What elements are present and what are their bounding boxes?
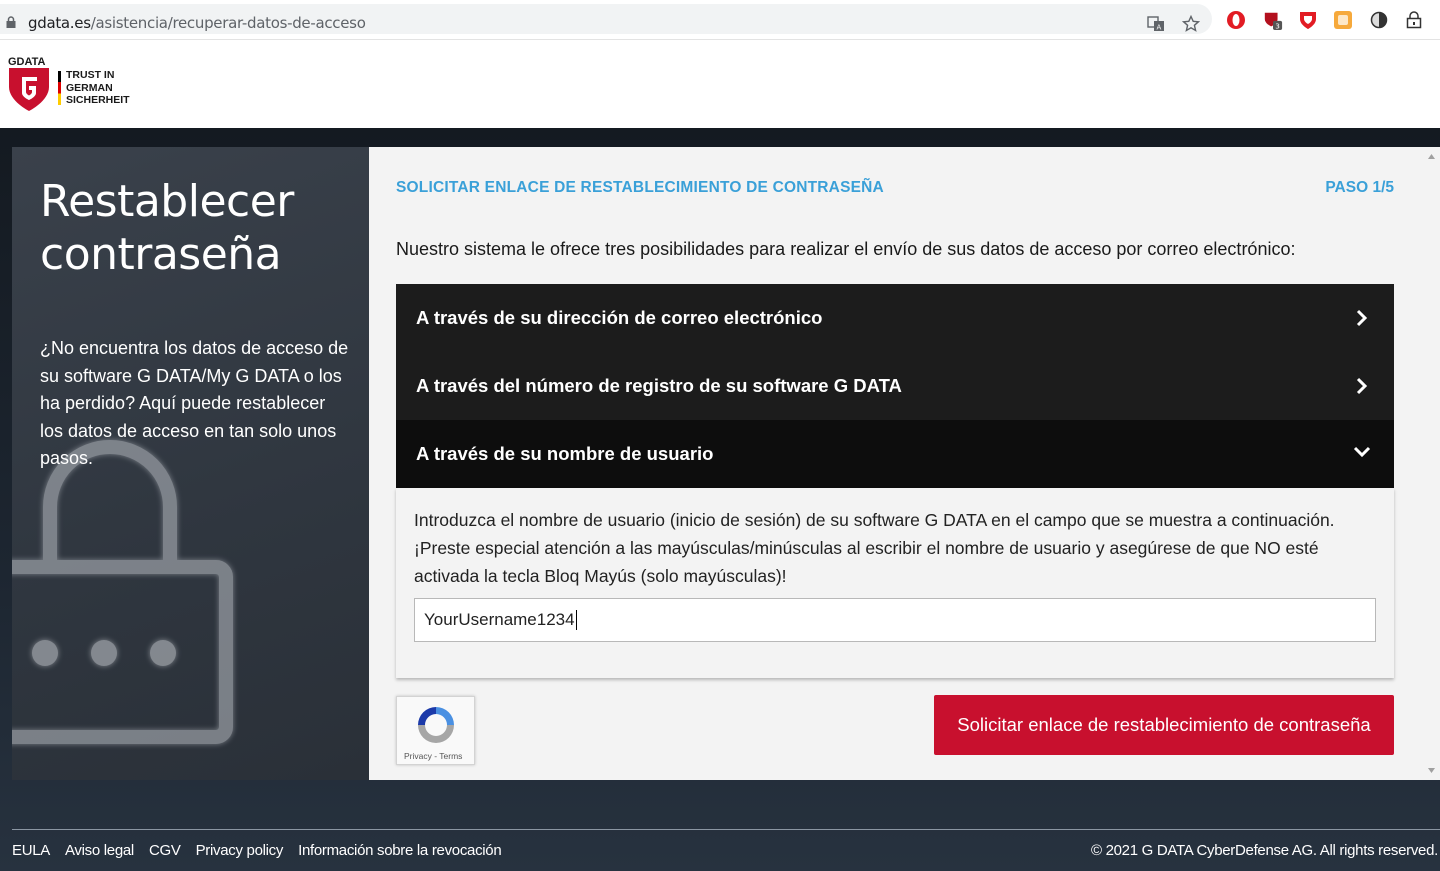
intro-text: Nuestro sistema le ofrece tres posibilid… bbox=[396, 239, 1296, 259]
logo-brand: GDATA bbox=[8, 56, 46, 68]
step-title: SOLICITAR ENLACE DE RESTABLECIMIENTO DE … bbox=[396, 179, 884, 196]
shield-extension-icon[interactable]: 3 bbox=[1263, 10, 1283, 31]
german-flag-bar bbox=[58, 71, 61, 105]
extension-badge: 3 bbox=[1275, 22, 1280, 31]
url-domain: gdata.es bbox=[28, 14, 91, 32]
option-email[interactable]: A través de su dirección de correo elect… bbox=[396, 284, 1394, 352]
recaptcha-icon bbox=[418, 707, 454, 743]
gdata-shield-extension-icon[interactable] bbox=[1298, 10, 1318, 30]
footer-link-eula[interactable]: EULA bbox=[12, 842, 50, 859]
left-info-panel: Restablecer contraseña ¿No encuentra los… bbox=[12, 147, 369, 780]
option-email-label: A través de su dirección de correo elect… bbox=[416, 307, 823, 328]
footer-link-legal[interactable]: Aviso legal bbox=[65, 842, 134, 859]
footer-links: EULA Aviso legal CGV Privacy policy Info… bbox=[12, 842, 502, 859]
username-value: YourUsername1234 bbox=[424, 610, 575, 629]
page-title: Restablecer contraseña bbox=[40, 176, 294, 280]
username-instructions: Introduzca el nombre de usuario (inicio … bbox=[414, 510, 1335, 586]
footer-link-privacy[interactable]: Privacy policy bbox=[196, 842, 284, 859]
url-path: /asistencia/recuperar-datos-de-acceso bbox=[90, 14, 366, 32]
address-bar[interactable]: gdata.es/asistencia/recuperar-datos-de-a… bbox=[0, 4, 1212, 34]
gdata-logo[interactable]: GDATA TRUST IN GERMAN SICHERHEIT bbox=[8, 55, 130, 120]
url-text: gdata.es/asistencia/recuperar-datos-de-a… bbox=[28, 14, 366, 32]
option-username[interactable]: A través de su nombre de usuario bbox=[396, 420, 1394, 488]
text-caret bbox=[575, 610, 577, 630]
username-input[interactable]: YourUsername1234 bbox=[414, 598, 1376, 642]
footer-link-revocation[interactable]: Información sobre la revocación bbox=[298, 842, 502, 859]
password-lock-icon[interactable] bbox=[1404, 10, 1424, 30]
scrollbar[interactable] bbox=[1423, 147, 1440, 780]
page-description: ¿No encuentra los datos de acceso de su … bbox=[40, 338, 349, 468]
submit-reset-link-button[interactable]: Solicitar enlace de restablecimiento de … bbox=[934, 695, 1394, 755]
option-registration-number[interactable]: A través del número de registro de su so… bbox=[396, 352, 1394, 420]
browser-toolbar: gdata.es/asistencia/recuperar-datos-de-a… bbox=[0, 0, 1440, 40]
gdata-shield-logo-icon: GDATA bbox=[8, 56, 49, 111]
reset-form-panel: SOLICITAR ENLACE DE RESTABLECIMIENTO DE … bbox=[369, 147, 1440, 780]
option-registration-label: A través del número de registro de su so… bbox=[416, 375, 902, 396]
tagline-line2: GERMAN bbox=[66, 81, 113, 94]
svg-text:A: A bbox=[1157, 24, 1162, 32]
opera-extension-icon[interactable] bbox=[1226, 10, 1246, 30]
tagline-line3: SICHERHEIT bbox=[66, 94, 130, 106]
username-option-body: Introduzca el nombre de usuario (inicio … bbox=[396, 488, 1394, 678]
bookmark-star-icon[interactable] bbox=[1181, 14, 1201, 34]
footer-divider bbox=[12, 829, 1440, 830]
recaptcha-privacy-terms[interactable]: Privacy - Terms bbox=[404, 751, 462, 761]
chevron-right-icon bbox=[1356, 377, 1368, 395]
translate-icon[interactable]: A bbox=[1146, 14, 1166, 34]
chevron-right-icon bbox=[1356, 309, 1368, 327]
lock-icon bbox=[6, 16, 16, 28]
step-number: PASO 1/5 bbox=[1325, 179, 1394, 196]
option-username-label: A través de su nombre de usuario bbox=[416, 443, 714, 464]
recaptcha-widget[interactable]: Privacy - Terms bbox=[396, 696, 475, 765]
orange-extension-icon[interactable] bbox=[1333, 10, 1353, 30]
logo-tagline: TRUST IN GERMAN SICHERHEIT bbox=[66, 69, 130, 107]
tagline-line1: TRUST IN bbox=[66, 69, 115, 81]
footer-link-cgv[interactable]: CGV bbox=[149, 842, 181, 859]
circle-extension-icon[interactable] bbox=[1369, 10, 1389, 30]
footer-copyright: © 2021 G DATA CyberDefense AG. All right… bbox=[1090, 842, 1438, 859]
chevron-down-icon bbox=[1353, 446, 1371, 458]
